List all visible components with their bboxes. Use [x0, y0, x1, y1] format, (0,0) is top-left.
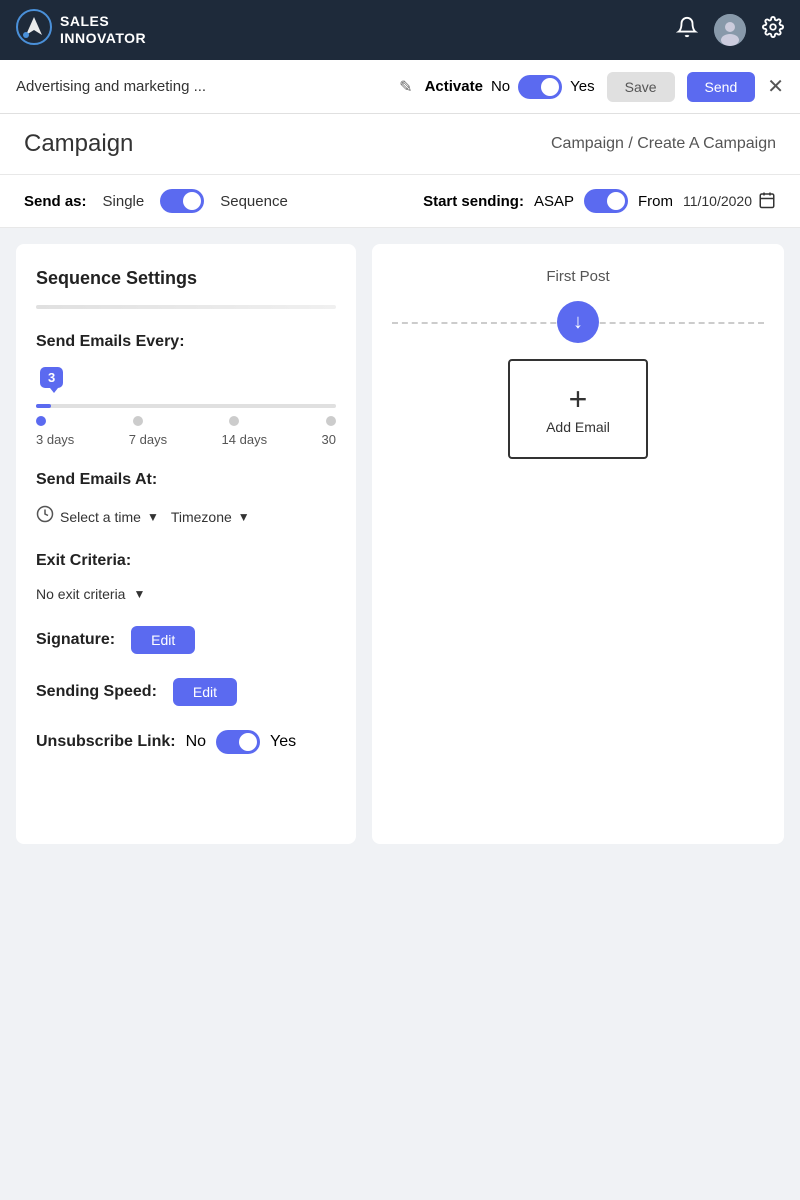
notification-icon[interactable] [676, 16, 698, 44]
slider-dot-3[interactable] [229, 416, 239, 426]
send-as-sequence: Sequence [220, 193, 288, 210]
signature-label: Signature: [36, 631, 115, 649]
exit-criteria-section: Exit Criteria: No exit criteria ▼ [36, 552, 336, 602]
send-emails-at-label: Send Emails At: [36, 471, 336, 489]
add-email-text: Add Email [546, 419, 610, 435]
time-select: Select a time ▼ Timezone ▼ [36, 505, 336, 528]
save-button[interactable]: Save [607, 72, 675, 102]
date-value: 11/10/2020 [683, 193, 752, 209]
page-title: Campaign [24, 130, 133, 158]
activate-section: Activate No Yes [425, 75, 595, 99]
clock-icon [36, 505, 54, 528]
edit-speed-button[interactable]: Edit [173, 678, 237, 706]
campaign-name: Advertising and marketing ... [16, 78, 381, 95]
signature-section: Signature: Edit [36, 626, 336, 654]
edit-signature-button[interactable]: Edit [131, 626, 195, 654]
slider-label-4: 30 [322, 432, 336, 447]
right-panel: First Post ↓ + Add Email [372, 244, 784, 844]
unsubscribe-yes: Yes [270, 733, 296, 751]
send-emails-at-section: Send Emails At: Select a time ▼ Timezone… [36, 471, 336, 528]
activate-toggle[interactable] [518, 75, 562, 99]
main-content: Sequence Settings Send Emails Every: 3 3… [0, 244, 800, 844]
slider-dot-2[interactable] [133, 416, 143, 426]
calendar-icon[interactable] [758, 191, 776, 212]
slider-dot-4[interactable] [326, 416, 336, 426]
sending-speed-label: Sending Speed: [36, 683, 157, 701]
slider-dots [36, 416, 336, 426]
top-nav: SALES INNOVATOR [0, 0, 800, 60]
unsubscribe-no: No [186, 733, 206, 751]
start-sending-label: Start sending: [423, 193, 524, 210]
send-emails-every-label: Send Emails Every: [36, 333, 336, 351]
start-sending-toggle[interactable] [584, 189, 628, 213]
unsubscribe-label: Unsubscribe Link: [36, 733, 176, 751]
time-dropdown[interactable]: Select a time ▼ [36, 505, 159, 528]
send-as-single: Single [103, 193, 145, 210]
activate-no-label: No [491, 78, 510, 95]
timezone-dropdown[interactable]: Timezone ▼ [171, 509, 250, 525]
slider-label-3: 14 days [222, 432, 268, 447]
settings-icon[interactable] [762, 16, 784, 44]
logo-icon [16, 9, 52, 51]
timezone-label: Timezone [171, 509, 232, 525]
send-emails-every-section: Send Emails Every: 3 3 days 7 days 14 da… [36, 333, 336, 447]
slider-fill [36, 404, 51, 408]
time-dropdown-arrow: ▼ [147, 510, 159, 524]
sending-speed-section: Sending Speed: Edit [36, 678, 336, 706]
logo-text: SALES INNOVATOR [60, 13, 146, 47]
unsubscribe-toggle[interactable] [216, 730, 260, 754]
add-email-plus-icon: + [569, 383, 588, 415]
down-arrow-bubble: ↓ [557, 301, 599, 343]
flow-line: ↓ [392, 301, 764, 343]
slider-track [36, 404, 336, 408]
activate-yes-label: Yes [570, 78, 594, 95]
slider-label-1: 3 days [36, 432, 74, 447]
nav-icons [676, 14, 784, 46]
start-sending-section: Start sending: ASAP From 11/10/2020 [423, 189, 776, 213]
close-button[interactable]: ✕ [767, 74, 784, 99]
page-header: Campaign Campaign / Create A Campaign [0, 114, 800, 175]
date-input[interactable]: 11/10/2020 [683, 191, 776, 212]
send-as-label: Send as: [24, 193, 87, 210]
slider-dot-1[interactable] [36, 416, 46, 426]
exit-dropdown-arrow: ▼ [133, 587, 145, 601]
slider-labels: 3 days 7 days 14 days 30 [36, 432, 336, 447]
from-label: From [638, 193, 673, 210]
send-as-bar: Send as: Single Sequence Start sending: … [0, 175, 800, 228]
breadcrumb: Campaign / Create A Campaign [551, 135, 776, 153]
exit-criteria-dropdown[interactable]: No exit criteria ▼ [36, 586, 336, 602]
sequence-settings-title: Sequence Settings [36, 268, 336, 289]
exit-criteria-label: Exit Criteria: [36, 552, 336, 570]
no-exit-criteria-label: No exit criteria [36, 586, 125, 602]
logo-area: SALES INNOVATOR [16, 9, 146, 51]
divider [36, 305, 336, 309]
edit-icon[interactable]: ✎ [399, 77, 412, 97]
activate-label: Activate [425, 78, 483, 95]
first-post-label: First Post [546, 268, 609, 285]
send-button[interactable]: Send [687, 72, 756, 102]
add-email-button[interactable]: + Add Email [508, 359, 648, 459]
left-panel: Sequence Settings Send Emails Every: 3 3… [16, 244, 356, 844]
send-as-toggle[interactable] [160, 189, 204, 213]
unsubscribe-section: Unsubscribe Link: No Yes [36, 730, 336, 754]
timezone-dropdown-arrow: ▼ [238, 510, 250, 524]
avatar[interactable] [714, 14, 746, 46]
toolbar: Advertising and marketing ... ✎ Activate… [0, 60, 800, 114]
slider-label-2: 7 days [129, 432, 167, 447]
slider-value-bubble: 3 [40, 367, 63, 388]
asap-label: ASAP [534, 193, 574, 210]
select-time-label: Select a time [60, 509, 141, 525]
